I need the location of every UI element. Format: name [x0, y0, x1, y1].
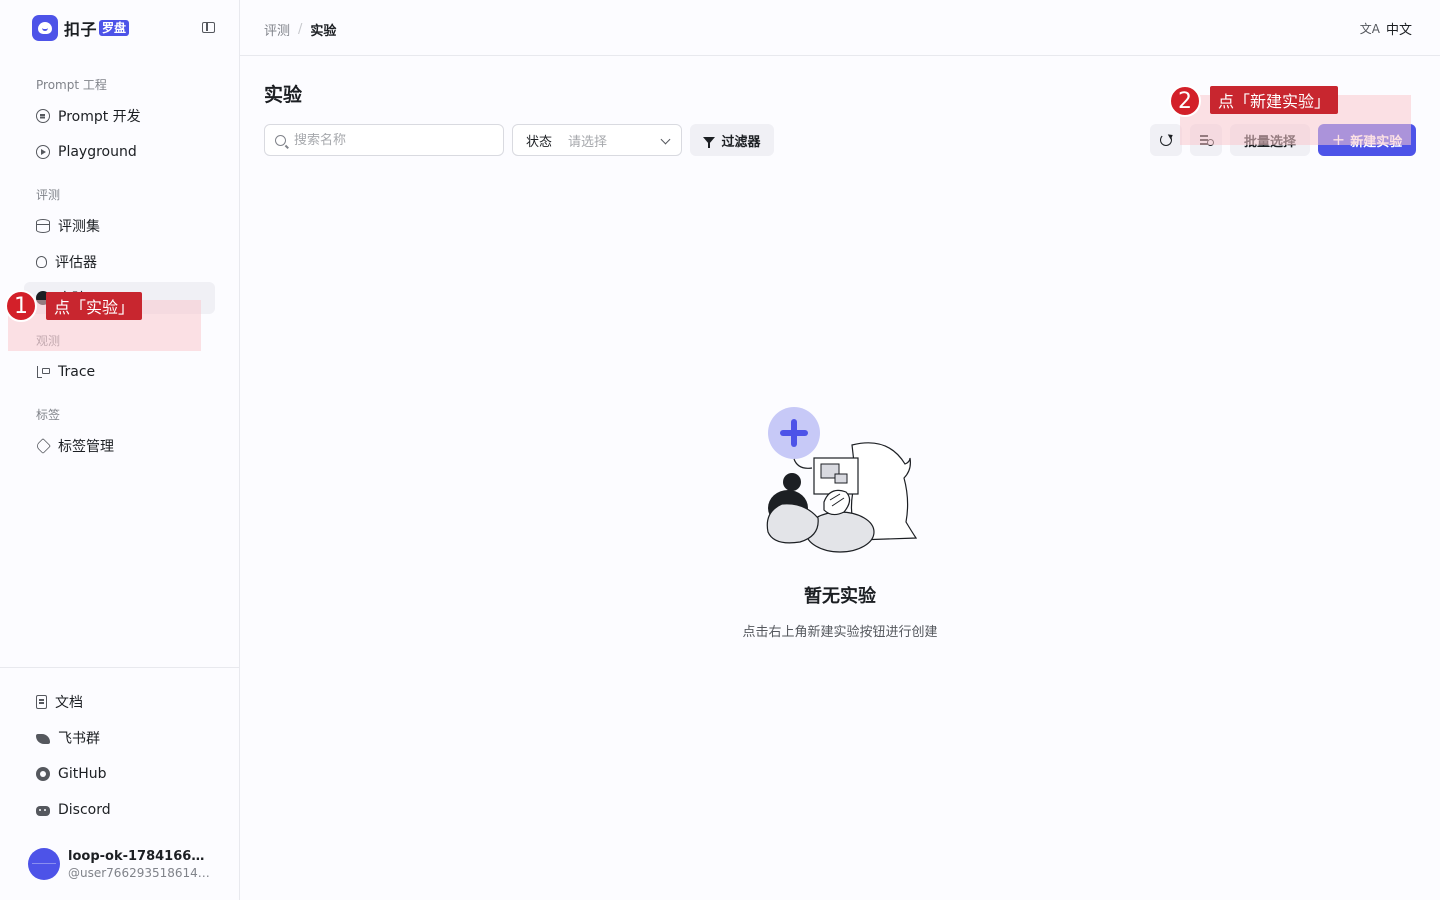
sidebar-item-label: 评测集	[58, 219, 100, 235]
logo-tag: 罗盘	[99, 20, 130, 36]
empty-state-title: 暂无实验	[804, 586, 876, 607]
sidebar-item-label: GitHub	[58, 766, 107, 782]
status-select[interactable]: 状态 请选择	[512, 124, 682, 156]
avatar	[28, 848, 60, 880]
document-icon	[36, 695, 47, 709]
translate-icon: 文A	[1359, 22, 1380, 36]
discord-icon	[36, 806, 50, 816]
annotation-number-1: 1	[5, 290, 37, 322]
filter-icon	[703, 136, 716, 148]
breadcrumb-separator: /	[298, 22, 303, 37]
sidebar-item-prompt-dev[interactable]: Prompt 开发	[24, 100, 215, 132]
group-title-eval: 评测	[36, 188, 61, 202]
refresh-icon	[1160, 134, 1172, 146]
status-placeholder: 请选择	[568, 134, 608, 150]
sidebar-item-playground[interactable]: Playground	[24, 136, 215, 168]
database-icon	[36, 219, 50, 233]
app-logo[interactable]: 扣子 罗盘	[32, 15, 222, 41]
filter-label: 过滤器	[721, 134, 761, 150]
tag-icon	[35, 438, 51, 454]
sidebar-item-label: 文档	[55, 695, 83, 711]
language-switcher[interactable]: 文A 中文	[1360, 19, 1412, 38]
status-label: 状态	[526, 134, 553, 150]
sidebar-item-datasets[interactable]: 评测集	[24, 210, 215, 242]
sidebar-item-label: 评估器	[55, 255, 97, 271]
sidebar: 扣子 罗盘 Prompt 工程 Prompt 开发 Playground 评测 …	[0, 0, 240, 900]
sidebar-collapse-icon[interactable]	[202, 22, 215, 33]
sidebar-item-evaluators[interactable]: 评估器	[24, 246, 215, 278]
github-icon	[36, 767, 50, 781]
sidebar-item-label: Discord	[58, 802, 111, 818]
breadcrumb-item-eval[interactable]: 评测	[264, 20, 290, 39]
sidebar-item-label: Prompt 开发	[58, 109, 141, 125]
page-title: 实验	[264, 84, 303, 106]
sidebar-item-label: 飞书群	[58, 731, 100, 747]
trace-icon	[36, 365, 50, 379]
sidebar-item-tag-management[interactable]: 标签管理	[24, 430, 215, 462]
user-handle: @user76629351861447…	[68, 865, 212, 880]
user-name: loop-ok-1784166128…	[68, 848, 212, 864]
play-icon	[36, 145, 50, 159]
breadcrumb: 评测 / 实验	[264, 20, 336, 39]
feishu-icon	[36, 734, 50, 744]
sidebar-item-github[interactable]: GitHub	[24, 758, 215, 790]
search-box[interactable]	[264, 124, 504, 156]
empty-state-illustration	[766, 407, 918, 553]
sidebar-item-label: Playground	[58, 144, 137, 160]
group-title-prompt: Prompt 工程	[36, 78, 107, 92]
sidebar-item-docs[interactable]: 文档	[24, 686, 215, 718]
filter-button[interactable]: 过滤器	[690, 124, 774, 156]
top-bar: 评测 / 实验 文A 中文	[240, 0, 1440, 56]
sidebar-item-label: 标签管理	[58, 439, 114, 455]
refresh-button[interactable]	[1150, 124, 1182, 156]
logo-text: 扣子	[64, 20, 98, 39]
empty-state-description: 点击右上角新建实验按钮进行创建	[742, 625, 938, 640]
chat-icon	[36, 109, 50, 123]
annotation-number-2: 2	[1169, 85, 1201, 117]
group-title-tags: 标签	[36, 408, 61, 422]
user-profile[interactable]: loop-ok-1784166128… @user76629351861447…	[28, 846, 228, 882]
breadcrumb-item-experiments: 实验	[310, 24, 337, 39]
logo-icon	[32, 15, 58, 41]
annotation-label-2: 点「新建实验」	[1210, 86, 1339, 114]
search-input[interactable]	[294, 132, 494, 148]
bulb-icon	[36, 256, 47, 268]
search-icon	[275, 134, 286, 146]
chevron-down-icon	[660, 134, 671, 145]
sidebar-item-trace[interactable]: Trace	[24, 356, 215, 388]
sidebar-item-feishu[interactable]: 飞书群	[24, 722, 215, 754]
sidebar-divider	[0, 667, 240, 668]
language-label: 中文	[1385, 23, 1412, 38]
annotation-label-1: 点「实验」	[46, 292, 143, 320]
sidebar-item-discord[interactable]: Discord	[24, 794, 215, 826]
sidebar-item-label: Trace	[58, 364, 96, 380]
